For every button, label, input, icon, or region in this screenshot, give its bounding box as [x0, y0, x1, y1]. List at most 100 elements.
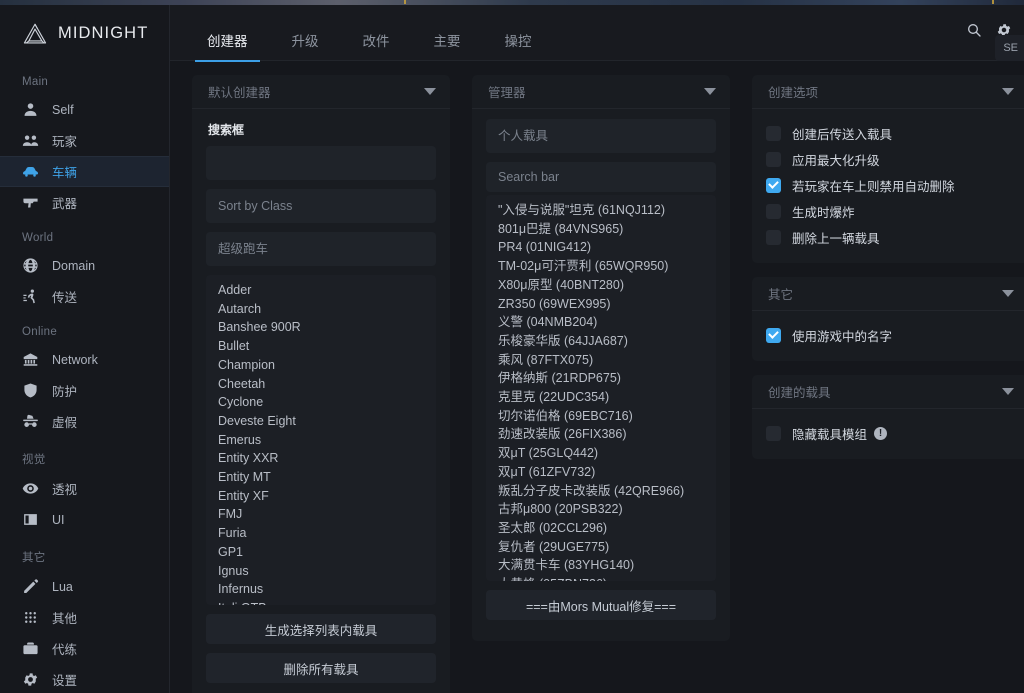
list-item[interactable]: Champion [206, 356, 436, 375]
panel-created-vehicles-header[interactable]: 创建的载具 [752, 375, 1024, 409]
checkbox-row[interactable]: 创建后传送入载具 [766, 121, 1014, 145]
list-item[interactable]: Itali GTB [206, 599, 436, 605]
list-item[interactable]: X80μ原型 (40BNT280) [486, 276, 716, 295]
tab-0[interactable]: 创建器 [195, 34, 260, 62]
list-item[interactable]: TM-02μ可汗贾利 (65WQR950) [486, 257, 716, 276]
checkbox-unchecked-icon[interactable] [766, 125, 781, 141]
list-item[interactable]: Entity MT [206, 468, 436, 487]
list-item[interactable]: 大满贯卡车 (83YHG140) [486, 556, 716, 575]
checkbox-row[interactable]: 使用游戏中的名字 [766, 323, 1014, 347]
mors-mutual-repair-button[interactable]: ===由Mors Mutual修复=== [486, 590, 716, 620]
list-item[interactable]: 劲速改装版 (26FIX386) [486, 425, 716, 444]
checkbox-row[interactable]: 隐藏载具模组! [766, 421, 1014, 445]
sidebar-item-车辆[interactable]: 车辆 [0, 156, 169, 187]
manager-category-input[interactable] [486, 119, 716, 153]
panel-create-options-header[interactable]: 创建选项 [752, 75, 1024, 109]
search-icon[interactable] [966, 22, 982, 38]
sidebar-item-传送[interactable]: 传送 [0, 281, 169, 312]
sidebar-item-label: 透视 [52, 483, 78, 497]
panel-manager-header[interactable]: 管理器 [472, 75, 730, 109]
list-item[interactable]: 叛乱分子皮卡改装版 (42QRE966) [486, 482, 716, 501]
list-item[interactable]: GP1 [206, 543, 436, 562]
sidebar-item-防护[interactable]: 防护 [0, 375, 169, 406]
list-item[interactable]: Entity XF [206, 487, 436, 506]
chevron-down-icon[interactable] [704, 88, 716, 95]
list-item[interactable]: 双μT (61ZFV732) [486, 463, 716, 482]
sidebar-item-self[interactable]: Self [0, 94, 169, 125]
sort-by-class-input[interactable] [206, 189, 436, 223]
list-item[interactable]: Deveste Eight [206, 412, 436, 431]
creator-vehicle-list[interactable]: Adder Autarch Banshee 900R Bullet Champion Ch… [206, 275, 436, 605]
spawn-selected-vehicle-button[interactable]: 生成选择列表内载具 [206, 614, 436, 644]
checkbox-row[interactable]: 生成时爆炸 [766, 199, 1014, 223]
list-item[interactable]: 双μT (25GLQ442) [486, 444, 716, 463]
info-icon[interactable]: ! [874, 426, 888, 440]
tab-2[interactable]: 改件 [351, 34, 402, 62]
vehicle-class-input[interactable] [206, 232, 436, 266]
chevron-down-icon[interactable] [424, 88, 436, 95]
delete-all-vehicles-button[interactable]: 删除所有载具 [206, 653, 436, 683]
list-item[interactable]: 乐梭豪华版 (64JJA687) [486, 332, 716, 351]
sidebar-item-武器[interactable]: 武器 [0, 187, 169, 218]
list-item[interactable]: Banshee 900R [206, 318, 436, 337]
list-item[interactable]: ZR350 (69WEX995) [486, 295, 716, 314]
list-item[interactable]: 乘风 (87FTX075) [486, 351, 716, 370]
list-item[interactable]: Autarch [206, 300, 436, 319]
sidebar-item-透视[interactable]: 透视 [0, 473, 169, 504]
list-item[interactable]: Emerus [206, 431, 436, 450]
checkbox-row[interactable]: 删除上一辆载具 [766, 225, 1014, 249]
sidebar-item-domain[interactable]: Domain [0, 250, 169, 281]
sidebar-item-设置[interactable]: 设置 [0, 664, 169, 693]
chevron-down-icon[interactable] [1002, 290, 1014, 297]
pencil-icon [22, 578, 39, 595]
sidebar-item-label: 虚假 [52, 416, 78, 430]
chevron-down-icon[interactable] [1002, 388, 1014, 395]
list-item[interactable]: 克里克 (22UDC354) [486, 388, 716, 407]
sidebar-item-玩家[interactable]: 玩家 [0, 125, 169, 156]
checkbox-checked-icon[interactable] [766, 327, 781, 343]
sidebar-item-虚假[interactable]: 虚假 [0, 406, 169, 437]
list-item[interactable]: 圣太郎 (02CCL296) [486, 519, 716, 538]
tab-4[interactable]: 操控 [493, 34, 544, 62]
list-item[interactable]: 古邦μ800 (20PSB322) [486, 500, 716, 519]
sidebar-item-lua[interactable]: Lua [0, 571, 169, 602]
sidebar-item-ui[interactable]: UI [0, 504, 169, 535]
list-item[interactable]: Furia [206, 524, 436, 543]
sidebar-item-network[interactable]: Network [0, 344, 169, 375]
list-item[interactable]: PR4 (01NIG412) [486, 238, 716, 257]
list-item[interactable]: Entity XXR [206, 449, 436, 468]
list-item[interactable]: FMJ [206, 505, 436, 524]
manager-vehicle-list[interactable]: "入侵与说服"坦克 (61NQJ112) 801μ巴提 (84VNS965) PR4… [486, 195, 716, 581]
checkbox-unchecked-icon[interactable] [766, 229, 781, 245]
sidebar-group-label: World [22, 232, 54, 244]
creator-search-input[interactable] [206, 146, 436, 180]
sidebar-item-代练[interactable]: 代练 [0, 633, 169, 664]
checkbox-unchecked-icon[interactable] [766, 203, 781, 219]
list-item[interactable]: 大黄蜂 (05ZBN736) [486, 575, 716, 581]
panel-creator-header[interactable]: 默认创建器 [192, 75, 450, 109]
list-item[interactable]: Ignus [206, 562, 436, 581]
tab-3[interactable]: 主要 [422, 34, 473, 62]
list-item[interactable]: 切尔诺伯格 (69EBC716) [486, 407, 716, 426]
sidebar-item-label: 传送 [52, 291, 78, 305]
list-item[interactable]: Infernus [206, 580, 436, 599]
list-item[interactable]: 伊格纳斯 (21RDP675) [486, 369, 716, 388]
checkbox-unchecked-icon[interactable] [766, 425, 781, 441]
list-item[interactable]: 义警 (04NMB204) [486, 313, 716, 332]
sidebar-item-其他[interactable]: 其他 [0, 602, 169, 633]
list-item[interactable]: Cyclone [206, 393, 436, 412]
manager-search-input[interactable] [486, 162, 716, 192]
checkbox-unchecked-icon[interactable] [766, 151, 781, 167]
panel-other-header[interactable]: 其它 [752, 277, 1024, 311]
checkbox-checked-icon[interactable] [766, 177, 781, 193]
list-item[interactable]: 复仇者 (29UGE775) [486, 538, 716, 557]
chevron-down-icon[interactable] [1002, 88, 1014, 95]
list-item[interactable]: 801μ巴提 (84VNS965) [486, 220, 716, 239]
list-item[interactable]: "入侵与说服"坦克 (61NQJ112) [486, 201, 716, 220]
list-item[interactable]: Bullet [206, 337, 436, 356]
checkbox-row[interactable]: 若玩家在车上则禁用自动删除 [766, 173, 1014, 197]
checkbox-row[interactable]: 应用最大化升级 [766, 147, 1014, 171]
list-item[interactable]: Adder [206, 281, 436, 300]
tab-1[interactable]: 升级 [280, 34, 331, 62]
list-item[interactable]: Cheetah [206, 375, 436, 394]
